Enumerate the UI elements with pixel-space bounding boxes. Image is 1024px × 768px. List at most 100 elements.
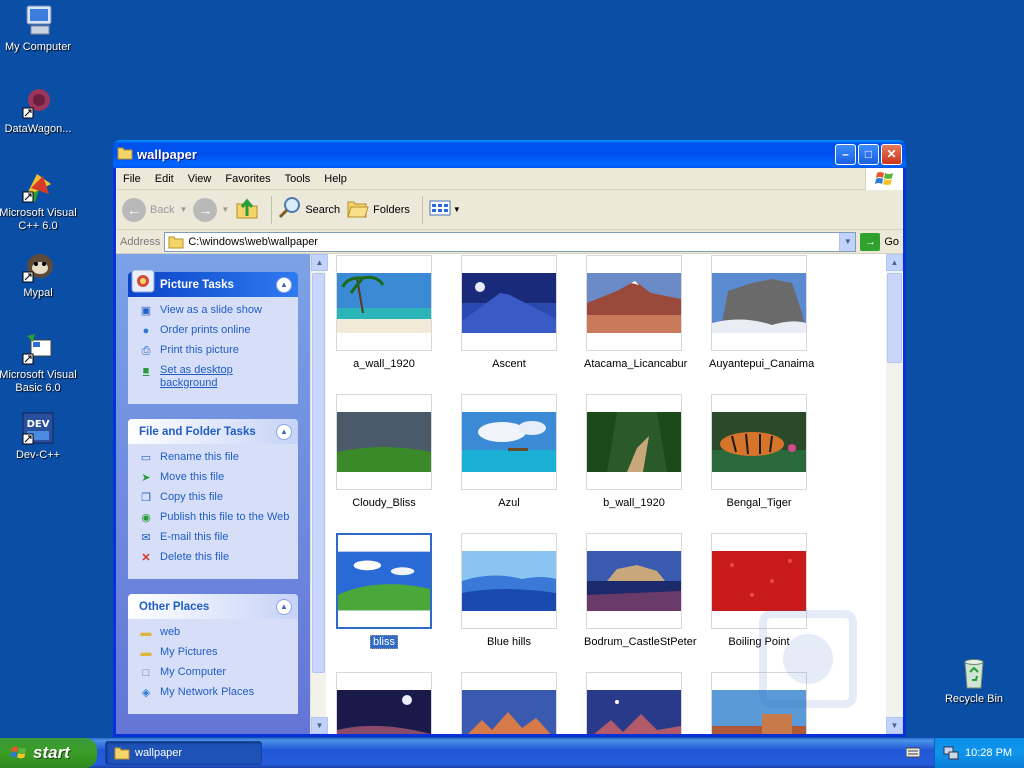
task-label: Delete this file — [160, 551, 230, 563]
place-my-network[interactable]: ◈ My Network Places — [138, 686, 290, 700]
desktop-icon-recycle-bin[interactable]: Recycle Bin — [934, 656, 1014, 706]
clock[interactable]: 10:28 PM — [965, 747, 1012, 759]
go-arrow-icon: → — [860, 232, 881, 251]
search-button[interactable]: Search — [278, 196, 340, 223]
scroll-up-button[interactable]: ▲ — [886, 254, 903, 271]
back-button[interactable]: ← Back ▼ — [122, 197, 188, 222]
desktop-icon-dev-cpp[interactable]: DEV Dev-C++ — [0, 412, 78, 462]
file-name-text: a_wall_1920 — [353, 358, 415, 370]
globe-icon: ● — [142, 324, 150, 337]
pane-splitter[interactable]: ▲ ▼ — [310, 254, 328, 734]
file-name: Bodrum_CastleStPeter — [584, 636, 697, 648]
file-thumbnail[interactable]: Ascent — [459, 255, 559, 370]
task-move-file[interactable]: ➤ Move this file — [138, 471, 290, 485]
views-dropdown-icon: ▼ — [452, 205, 461, 214]
task-set-desktop-background[interactable]: ■ Set as desktop background — [138, 364, 290, 390]
up-folder-button[interactable] — [235, 196, 259, 223]
chevron-down-icon: ▼ — [843, 237, 852, 246]
desktop-icon-my-computer[interactable]: My Computer — [0, 4, 78, 54]
file-thumbnail[interactable]: b_wall_1920 — [584, 394, 684, 509]
file-thumbnail[interactable]: Bodrum_CastleStPeter — [584, 533, 697, 648]
chevron-up-icon[interactable]: ▲ — [276, 276, 292, 293]
back-dropdown-icon: ▼ — [179, 205, 188, 214]
scroll-up-button[interactable]: ▲ — [311, 254, 328, 271]
network-places-icon: ◈ — [141, 686, 151, 699]
taskbar-item-wallpaper[interactable]: wallpaper — [105, 741, 262, 765]
chevron-up-icon[interactable]: ▲ — [276, 598, 292, 615]
desktop-icon-label: Mypal — [23, 287, 53, 299]
file-thumbnail[interactable] — [334, 672, 434, 734]
thumbnail-image — [587, 412, 681, 472]
file-thumbnail[interactable]: Azul — [459, 394, 559, 509]
address-dropdown-button[interactable]: ▼ — [839, 232, 856, 251]
file-name: Azul — [459, 497, 559, 509]
place-web[interactable]: ▬ web — [138, 626, 290, 640]
file-thumbnail[interactable]: Atacama_Licancabur — [584, 255, 688, 370]
address-input[interactable]: C:\windows\web\wallpaper ▼ — [164, 231, 857, 252]
menu-view[interactable]: View — [181, 173, 219, 185]
search-label: Search — [305, 203, 341, 216]
menu-tools[interactable]: Tools — [278, 173, 318, 185]
task-publish-web[interactable]: ◉ Publish this file to the Web — [138, 511, 290, 525]
task-order-prints[interactable]: ● Order prints online — [138, 324, 290, 338]
other-places-header[interactable]: Other Places ▲ — [128, 594, 298, 619]
go-button[interactable]: → Go — [860, 232, 899, 251]
chevron-up-icon[interactable]: ▲ — [276, 423, 292, 440]
file-thumbnail-selected[interactable]: bliss — [334, 533, 434, 649]
desktop-icon-datawagon[interactable]: DataWagon... — [0, 86, 78, 136]
file-name-text: Azul — [498, 497, 520, 509]
start-label: start — [33, 743, 70, 762]
file-thumbnail[interactable]: Blue hills — [459, 533, 559, 648]
svg-text:DEV: DEV — [27, 419, 50, 430]
file-thumbnail[interactable]: Auyantepui_Canaima — [709, 255, 814, 370]
desktop-icon-mypal[interactable]: Mypal — [0, 250, 78, 300]
file-thumbnail[interactable] — [459, 672, 559, 734]
scroll-down-button[interactable]: ▼ — [886, 717, 903, 734]
task-slide-show[interactable]: ▣ View as a slide show — [138, 304, 290, 318]
keyboard-icon[interactable] — [905, 746, 921, 758]
file-name-text: Atacama_Licancabur — [584, 358, 688, 370]
scroll-thumb[interactable] — [887, 273, 902, 363]
file-folder-tasks-header[interactable]: File and Folder Tasks ▲ — [128, 419, 298, 444]
place-my-pictures[interactable]: ▬ My Pictures — [138, 646, 290, 660]
thumbnail-frame — [586, 394, 682, 490]
folders-button[interactable]: Folders — [346, 197, 410, 222]
task-label: Move this file — [160, 471, 225, 483]
forward-button[interactable]: → ▼ — [193, 197, 229, 222]
file-thumbnail[interactable]: Bengal_Tiger — [709, 394, 809, 509]
chevron-up-icon: ▲ — [315, 258, 324, 267]
desktop-icon-visual-cpp[interactable]: Microsoft Visual C++ 6.0 — [0, 170, 78, 233]
scroll-down-button[interactable]: ▼ — [311, 717, 328, 734]
picture-tasks-header[interactable]: Picture Tasks ▲ — [128, 269, 298, 297]
address-label: Address — [120, 235, 161, 248]
title-bar[interactable]: wallpaper – □ ✕ — [113, 140, 906, 168]
file-name-text: Cloudy_Bliss — [352, 497, 416, 509]
views-button[interactable]: ▼ — [429, 200, 461, 219]
desktop-icon-label: DataWagon... — [4, 123, 72, 135]
file-thumbnail[interactable]: a_wall_1920 — [334, 255, 434, 370]
maximize-button[interactable]: □ — [858, 143, 879, 165]
task-delete-file[interactable]: ✕ Delete this file — [138, 551, 290, 565]
minimize-button[interactable]: – — [835, 143, 856, 165]
menu-favorites[interactable]: Favorites — [218, 173, 277, 185]
task-label: View as a slide show — [160, 304, 262, 316]
pane-scroll-thumb[interactable] — [312, 273, 325, 673]
task-copy-file[interactable]: ❐ Copy this file — [138, 491, 290, 505]
file-thumbnail[interactable]: Cloudy_Bliss — [334, 394, 434, 509]
file-name: Cloudy_Bliss — [334, 497, 434, 509]
close-button[interactable]: ✕ — [881, 143, 902, 165]
menu-help[interactable]: Help — [317, 173, 354, 185]
search-icon — [278, 196, 302, 223]
start-button[interactable]: start — [0, 738, 97, 768]
file-thumbnail[interactable] — [584, 672, 684, 734]
task-email-file[interactable]: ✉ E-mail this file — [138, 531, 290, 545]
task-print-picture[interactable]: ⎙ Print this picture — [138, 344, 290, 358]
menu-file[interactable]: File — [116, 173, 148, 185]
desktop-icon-visual-basic[interactable]: Microsoft Visual Basic 6.0 — [0, 332, 78, 395]
vertical-scrollbar[interactable]: ▲ ▼ — [886, 254, 903, 734]
place-my-computer[interactable]: □ My Computer — [138, 666, 290, 680]
menu-edit[interactable]: Edit — [148, 173, 181, 185]
network-icon[interactable] — [943, 746, 959, 760]
thumbnail-image — [587, 690, 681, 734]
task-rename-file[interactable]: ▭ Rename this file — [138, 451, 290, 465]
